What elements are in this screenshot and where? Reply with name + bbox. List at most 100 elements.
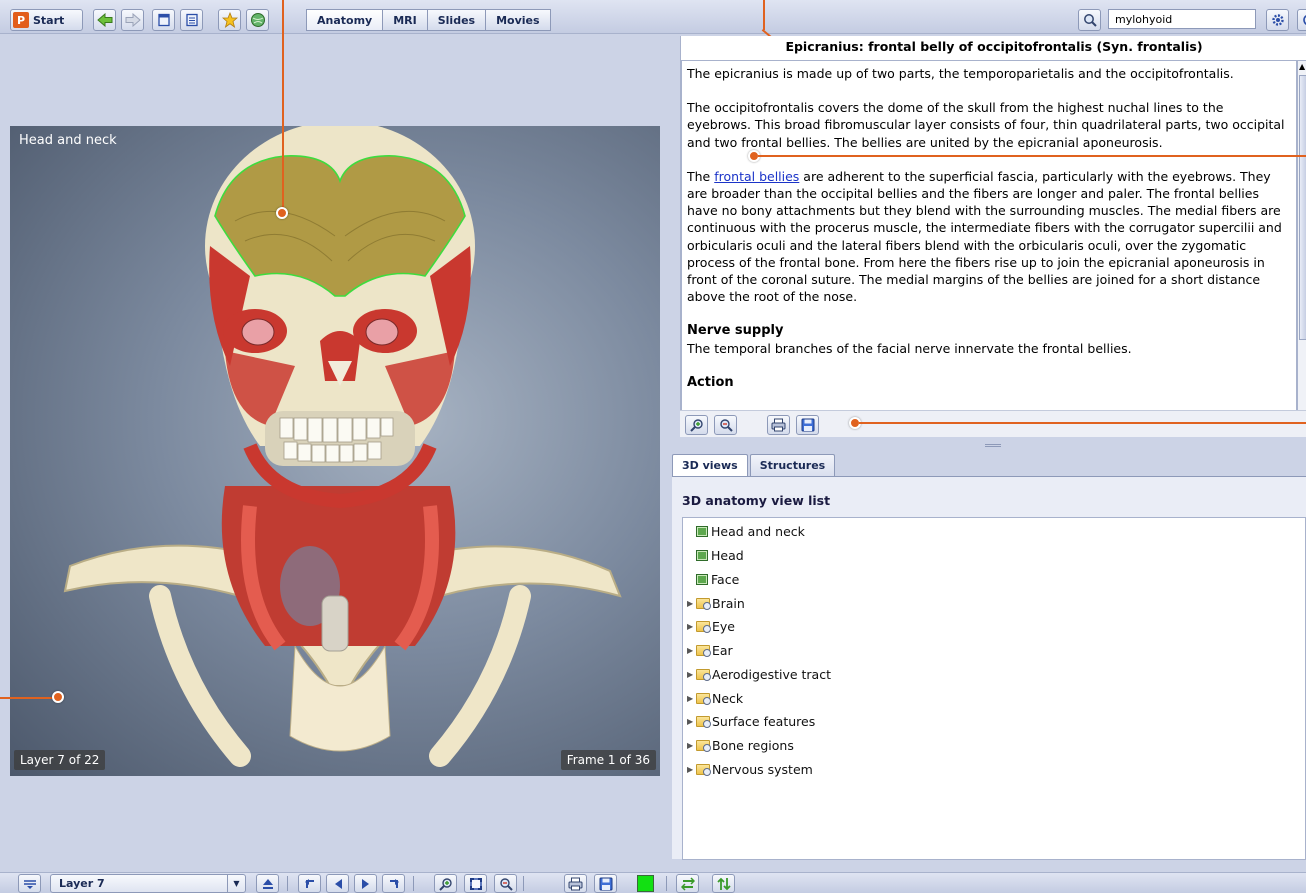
chevron-down-icon[interactable]: ▼ (227, 875, 245, 892)
floppy-disk-icon (801, 418, 814, 432)
list-item[interactable]: ▶ Neck (687, 688, 743, 708)
zoom-out-text-button[interactable] (714, 415, 737, 435)
expand-arrow-icon[interactable]: ▶ (687, 694, 696, 703)
search-button[interactable] (1078, 9, 1101, 31)
settings-button[interactable] (1266, 9, 1289, 31)
layer-select[interactable]: Layer 7 ▼ (50, 874, 246, 893)
info-panel: Epicranius: frontal belly of occipitofro… (680, 36, 1306, 436)
next-frame-button[interactable] (354, 874, 377, 893)
forward-button[interactable] (121, 9, 144, 31)
globe-button[interactable] (246, 9, 269, 31)
list-item[interactable]: Face (687, 569, 739, 589)
folder-icon (696, 668, 711, 681)
list-item[interactable]: ▶ Aerodigestive tract (687, 664, 831, 684)
expand-arrow-icon[interactable]: ▶ (687, 599, 696, 608)
list-item[interactable]: ▶ Eye (687, 616, 735, 636)
layer-indicator: Layer 7 of 22 (14, 750, 106, 770)
viewer-title: Head and neck (19, 133, 117, 148)
info-scrollbar[interactable]: ▲ ▼ (1297, 60, 1306, 434)
list-item[interactable]: ▶ Ear (687, 640, 733, 660)
text-run: The (687, 168, 715, 184)
last-frame-button[interactable] (382, 874, 405, 893)
search-icon (1083, 14, 1097, 27)
expand-arrow-icon[interactable]: ▶ (687, 622, 696, 631)
tab-3d-views[interactable]: 3D views (672, 454, 748, 476)
folder-icon (696, 644, 711, 657)
swap-panels-button[interactable] (676, 874, 699, 893)
list-item[interactable]: Head (687, 545, 744, 565)
list-item[interactable]: ▶ Nervous system (687, 759, 813, 779)
annotation-dot (276, 207, 288, 219)
list-item-label: Head (711, 547, 744, 563)
toolbar-separator (413, 876, 414, 891)
print-button[interactable] (767, 415, 790, 435)
folder-icon (696, 620, 711, 633)
sort-button[interactable] (712, 874, 735, 893)
expand-arrow-icon[interactable]: ▶ (687, 717, 696, 726)
start-button[interactable]: P Start (10, 9, 83, 31)
search-input[interactable] (1108, 9, 1256, 29)
highlight-color-swatch[interactable] (637, 875, 654, 892)
expand-arrow-icon[interactable]: ▶ (687, 765, 696, 774)
annotation-line (763, 0, 765, 30)
splitter-grip-icon[interactable] (985, 443, 1001, 447)
zoom-out-button[interactable] (494, 874, 517, 893)
printer-icon (568, 877, 583, 890)
list-item-label: Nervous system (712, 761, 813, 777)
expand-arrow-icon[interactable]: ▶ (687, 646, 696, 655)
list-item-label: Surface features (712, 713, 816, 729)
list-item[interactable]: ▶ Brain (687, 593, 745, 613)
favorites-button[interactable] (218, 9, 241, 31)
toolbar-separator (287, 876, 288, 891)
panel-splitter[interactable] (680, 437, 1306, 453)
list-item[interactable]: Head and neck (687, 521, 805, 541)
back-arrow-icon (96, 13, 112, 27)
scroll-up-icon[interactable]: ▲ (1299, 62, 1305, 72)
annotation-line (758, 155, 1306, 157)
structure-description: The epicranius is made up of two parts, … (681, 60, 1297, 434)
zoom-out-icon (719, 419, 733, 432)
list-item-label: Ear (712, 642, 733, 658)
zoom-in-icon (689, 419, 703, 432)
zoom-in-button[interactable] (434, 874, 457, 893)
folder-icon (696, 763, 711, 776)
list-item[interactable]: ▶ Bone regions (687, 735, 794, 755)
list-button[interactable] (180, 9, 203, 31)
print-view-button[interactable] (564, 874, 587, 893)
tab-structures[interactable]: Structures (749, 454, 836, 476)
list-item-label: Head and neck (711, 523, 805, 539)
fit-view-button[interactable] (464, 874, 487, 893)
save-view-button[interactable] (594, 874, 617, 893)
skull-model-image[interactable] (10, 126, 660, 776)
mode-tab-anatomy[interactable]: Anatomy (306, 9, 384, 31)
zoom-in-text-button[interactable] (685, 415, 708, 435)
toolbar-separator (523, 876, 524, 891)
3d-viewer[interactable]: Head and neck Layer 7 of 22 Frame 1 of 3… (10, 126, 660, 776)
layers-icon (23, 879, 36, 889)
help-button[interactable] (1297, 9, 1306, 31)
save-button[interactable] (796, 415, 819, 435)
back-button[interactable] (93, 9, 116, 31)
primal-logo-icon: P (13, 12, 29, 28)
expand-arrow-icon[interactable]: ▶ (687, 741, 696, 750)
list-item[interactable]: ▶ Surface features (687, 711, 815, 731)
mode-tab-movies[interactable]: Movies (485, 9, 551, 31)
mode-tab-mri[interactable]: MRI (382, 9, 428, 31)
3d-view-icon (696, 525, 708, 537)
view-list-panel: 3D anatomy view list Head and neck Head … (672, 476, 1306, 860)
layer-menu-button[interactable] (18, 874, 41, 893)
first-frame-button[interactable] (298, 874, 321, 893)
scrollbar-thumb[interactable] (1299, 75, 1306, 340)
previous-frame-button[interactable] (326, 874, 349, 893)
document-button[interactable] (152, 9, 175, 31)
frontal-bellies-link[interactable]: frontal bellies (714, 169, 799, 184)
eject-icon (262, 878, 273, 889)
description-paragraph: The temporal branches of the facial nerv… (687, 340, 1132, 356)
folder-icon (696, 715, 711, 728)
eject-layer-button[interactable] (256, 874, 279, 893)
mode-tab-slides[interactable]: Slides (426, 9, 487, 31)
description-paragraph: The epicranius is made up of two parts, … (687, 66, 1234, 81)
folder-icon (696, 597, 711, 610)
expand-arrow-icon[interactable]: ▶ (687, 670, 696, 679)
forward-arrow-icon (125, 13, 141, 27)
